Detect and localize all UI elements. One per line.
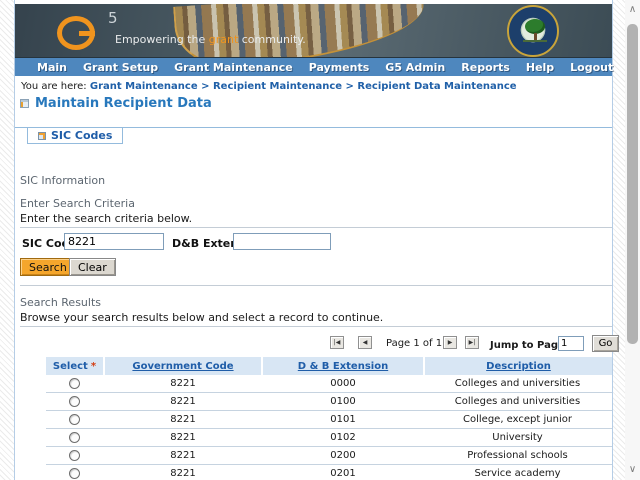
dnb-extension-cell: 0000 [263, 375, 425, 392]
sic-information-heading: SIC Information [20, 174, 105, 187]
library-books-image [173, 4, 427, 57]
search-results-hint: Browse your search results below and sel… [20, 311, 383, 324]
jump-to-page-label: Jump to Page [490, 340, 565, 351]
dnb-extension-cell: 0100 [263, 393, 425, 410]
divider [20, 227, 612, 228]
select-radio[interactable] [69, 450, 80, 461]
dnb-extension-cell: 0102 [263, 429, 425, 446]
dnb-extension-cell: 0101 [263, 411, 425, 428]
sic-code-input[interactable] [64, 233, 164, 250]
search-button[interactable]: Search [20, 258, 76, 276]
select-radio[interactable] [69, 396, 80, 407]
column-header-government-code: Government Code [105, 357, 263, 375]
tagline: Empowering the grant community. [115, 33, 306, 46]
clear-button[interactable]: Clear [69, 258, 116, 276]
nav-item-help[interactable]: Help [518, 61, 562, 74]
nav-item-grant-maintenance[interactable]: Grant Maintenance [166, 61, 301, 74]
select-radio[interactable] [69, 414, 80, 425]
description-cell: Professional schools [425, 447, 612, 464]
vertical-scrollbar[interactable]: ∧ ∨ [625, 0, 640, 480]
page-title-text: Maintain Recipient Data [35, 96, 212, 111]
nav-item-payments[interactable]: Payments [301, 61, 378, 74]
dnb-extension-cell: 0201 [263, 465, 425, 480]
seal-tree-icon [525, 19, 545, 34]
description-cell: University [425, 429, 612, 446]
government-code-cell: 8221 [105, 447, 263, 464]
jump-to-page-input[interactable] [558, 336, 584, 351]
table-row: 8221 0102 University [46, 429, 612, 447]
sort-description-link[interactable]: Description [486, 361, 551, 372]
nav-item-reports[interactable]: Reports [453, 61, 518, 74]
search-results-heading: Search Results [20, 296, 101, 309]
next-page-button[interactable]: ▶ [443, 336, 457, 349]
select-radio[interactable] [69, 378, 80, 389]
tagline-accent: grant [209, 33, 239, 46]
page-status: Page 1 of 1 [386, 338, 442, 349]
breadcrumb-trail-links[interactable]: Grant Maintenance > Recipient Maintenanc… [90, 81, 517, 92]
dnb-extension-input[interactable] [233, 233, 331, 250]
tab-sic-codes[interactable]: SIC Codes [27, 128, 123, 144]
scroll-up-icon[interactable]: ∧ [625, 2, 640, 18]
government-code-cell: 8221 [105, 375, 263, 392]
dnb-extension-cell: 0200 [263, 447, 425, 464]
main-navigation-bar: Main Grant Setup Grant Maintenance Payme… [15, 57, 612, 76]
form-icon [38, 132, 46, 140]
department-of-education-seal-icon [507, 5, 559, 57]
government-code-cell: 8221 [105, 465, 263, 480]
description-cell: College, except junior [425, 411, 612, 428]
description-cell: Service academy [425, 465, 612, 480]
sort-dnb-extension-link[interactable]: D & B Extension [298, 361, 388, 372]
banner: 5 Empowering the grant community. [15, 4, 612, 57]
breadcrumb: You are here: Grant Maintenance > Recipi… [21, 81, 517, 92]
window-icon [20, 99, 29, 108]
description-cell: Colleges and universities [425, 393, 612, 410]
scroll-down-icon[interactable]: ∨ [625, 462, 640, 478]
previous-page-button[interactable]: ◀ [358, 336, 372, 349]
select-radio[interactable] [69, 468, 80, 479]
column-header-dnb-extension: D & B Extension [263, 357, 425, 375]
required-mark: * [91, 361, 96, 372]
g5-logo-bar [79, 31, 95, 36]
tagline-post: community. [238, 33, 305, 46]
nav-item-g5-admin[interactable]: G5 Admin [377, 61, 453, 74]
divider [20, 326, 612, 327]
first-page-button[interactable]: |◀ [330, 336, 344, 349]
breadcrumb-prefix: You are here: [21, 81, 87, 92]
select-radio[interactable] [69, 432, 80, 443]
tab-sic-codes-label: SIC Codes [51, 129, 112, 142]
table-row: 8221 0101 College, except junior [46, 411, 612, 429]
government-code-cell: 8221 [105, 393, 263, 410]
scrollbar-thumb[interactable] [627, 24, 638, 344]
table-row: 8221 0100 Colleges and universities [46, 393, 612, 411]
page-title: Maintain Recipient Data [20, 96, 212, 111]
divider [20, 285, 612, 286]
column-header-description: Description [425, 357, 612, 375]
table-row: 8221 0000 Colleges and universities [46, 375, 612, 393]
table-row: 8221 0200 Professional schools [46, 447, 612, 465]
government-code-cell: 8221 [105, 411, 263, 428]
search-criteria-hint: Enter the search criteria below. [20, 212, 192, 225]
description-cell: Colleges and universities [425, 375, 612, 392]
government-code-cell: 8221 [105, 429, 263, 446]
results-table-header: Select * Government Code D & B Extension… [46, 357, 612, 375]
select-header-label: Select [53, 361, 88, 372]
last-page-button[interactable]: ▶| [465, 336, 479, 349]
g5-logo-sup: 5 [108, 9, 118, 27]
go-button[interactable]: Go [592, 335, 619, 352]
tagline-pre: Empowering the [115, 33, 209, 46]
results-table: Select * Government Code D & B Extension… [46, 357, 612, 480]
seal-tree-ground [523, 40, 547, 42]
enter-search-criteria-heading: Enter Search Criteria [20, 197, 135, 210]
nav-item-grant-setup[interactable]: Grant Setup [75, 61, 166, 74]
sort-government-code-link[interactable]: Government Code [132, 361, 233, 372]
table-row: 8221 0201 Service academy [46, 465, 612, 480]
column-header-select: Select * [46, 357, 105, 375]
nav-item-main[interactable]: Main [29, 61, 75, 74]
g5-application-window: 5 Empowering the grant community. Main G… [0, 0, 640, 480]
nav-item-logout[interactable]: Logout [562, 61, 621, 74]
